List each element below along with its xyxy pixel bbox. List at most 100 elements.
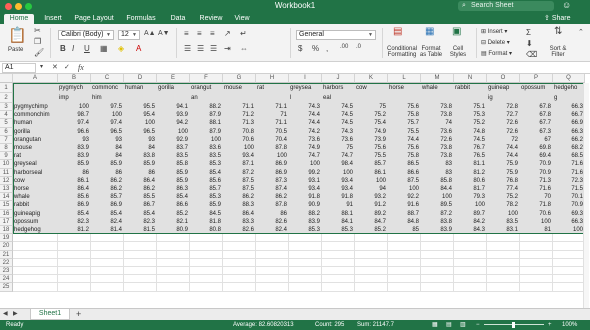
- table-cell[interactable]: 73.8: [421, 144, 454, 153]
- table-cell[interactable]: 74.5: [322, 119, 355, 128]
- table-cell[interactable]: 74.9: [355, 127, 388, 136]
- table-cell[interactable]: 87.1: [223, 160, 256, 169]
- table-cell[interactable]: [454, 267, 487, 276]
- table-cell[interactable]: 82.4: [256, 226, 289, 235]
- table-cell[interactable]: 86.4: [223, 209, 256, 218]
- table-cell[interactable]: [58, 242, 91, 251]
- table-cell[interactable]: 85.2: [355, 226, 388, 235]
- tab-data[interactable]: Data: [164, 14, 192, 24]
- table-cell[interactable]: 81.8: [190, 217, 223, 226]
- format-as-table-label[interactable]: Format as Table: [418, 46, 444, 58]
- table-cell[interactable]: [322, 267, 355, 276]
- table-cell[interactable]: 87.5: [223, 176, 256, 185]
- table-cell[interactable]: 87.2: [421, 209, 454, 218]
- table-cell[interactable]: 72.6: [421, 135, 454, 144]
- table-cell[interactable]: [157, 93, 190, 103]
- clear-icon[interactable]: ⌫: [526, 50, 537, 59]
- table-cell[interactable]: 83.8: [421, 217, 454, 226]
- table-cell[interactable]: whale: [13, 193, 58, 202]
- table-cell[interactable]: 86.6: [157, 201, 190, 210]
- table-cell[interactable]: 100: [553, 226, 585, 235]
- table-cell[interactable]: 87.2: [223, 168, 256, 177]
- conditional-formatting-icon[interactable]: ▤: [393, 26, 402, 37]
- table-cell[interactable]: [322, 234, 355, 243]
- table-cell[interactable]: [487, 234, 520, 243]
- table-cell[interactable]: 75.5: [388, 127, 421, 136]
- table-cell[interactable]: 100: [322, 168, 355, 177]
- table-cell[interactable]: 74.4: [487, 144, 520, 153]
- table-cell[interactable]: 85.3: [190, 160, 223, 169]
- column-header[interactable]: K: [355, 74, 388, 83]
- format-as-table-icon[interactable]: ▦: [425, 26, 434, 37]
- table-cell[interactable]: 81.7: [454, 185, 487, 194]
- row-header[interactable]: 22: [0, 258, 13, 267]
- table-cell[interactable]: 68.5: [553, 152, 585, 161]
- table-cell[interactable]: 100: [223, 144, 256, 153]
- zoom-out-icon[interactable]: −: [476, 320, 480, 330]
- table-cell[interactable]: [520, 93, 553, 103]
- table-cell[interactable]: 80.9: [157, 226, 190, 235]
- table-cell[interactable]: 69.8: [520, 144, 553, 153]
- wrap-text-icon[interactable]: ↵: [240, 29, 247, 38]
- table-cell[interactable]: 100: [388, 185, 421, 194]
- tab-formulas[interactable]: Formulas: [121, 14, 161, 24]
- table-cell[interactable]: 83.8: [124, 152, 157, 161]
- table-cell[interactable]: [355, 267, 388, 276]
- table-cell[interactable]: 82.4: [91, 217, 124, 226]
- table-cell[interactable]: 80.8: [190, 226, 223, 235]
- table-cell[interactable]: 86.1: [355, 168, 388, 177]
- table-cell[interactable]: [124, 234, 157, 243]
- table-cell[interactable]: [388, 275, 421, 284]
- table-cell[interactable]: 86.2: [91, 185, 124, 194]
- table-cell[interactable]: 100: [58, 103, 91, 112]
- column-header[interactable]: O: [487, 74, 520, 83]
- table-cell[interactable]: 86: [124, 168, 157, 177]
- table-cell[interactable]: 79.3: [454, 193, 487, 202]
- table-cell[interactable]: 99.2: [289, 168, 322, 177]
- table-cell[interactable]: 71.8: [520, 201, 553, 210]
- table-cell[interactable]: 82.1: [157, 217, 190, 226]
- table-cell[interactable]: 73.9: [355, 135, 388, 144]
- table-cell[interactable]: [553, 250, 585, 259]
- table-cell[interactable]: 83.9: [421, 226, 454, 235]
- table-cell[interactable]: [421, 93, 454, 103]
- table-cell[interactable]: 73.6: [421, 127, 454, 136]
- table-cell[interactable]: 81: [520, 226, 553, 235]
- table-cell[interactable]: eal: [322, 93, 355, 103]
- orientation-icon[interactable]: ↗: [224, 29, 231, 38]
- table-cell[interactable]: [355, 283, 388, 292]
- table-cell[interactable]: [553, 234, 585, 243]
- table-cell[interactable]: 67.8: [520, 111, 553, 120]
- table-cell[interactable]: [223, 234, 256, 243]
- table-cell[interactable]: [223, 283, 256, 292]
- table-cell[interactable]: [157, 234, 190, 243]
- table-cell[interactable]: 95.4: [124, 111, 157, 120]
- table-cell[interactable]: 88.7: [388, 209, 421, 218]
- table-cell[interactable]: 70.8: [223, 127, 256, 136]
- table-cell[interactable]: [487, 283, 520, 292]
- table-cell[interactable]: 81.4: [91, 226, 124, 235]
- table-cell[interactable]: 91.6: [388, 201, 421, 210]
- table-cell[interactable]: 85.4: [190, 168, 223, 177]
- table-cell[interactable]: [487, 250, 520, 259]
- table-cell[interactable]: horse: [13, 185, 58, 194]
- table-cell[interactable]: 87.8: [256, 144, 289, 153]
- fill-color-icon[interactable]: ◈: [118, 44, 124, 53]
- table-cell[interactable]: 94: [355, 185, 388, 194]
- column-header[interactable]: L: [388, 74, 421, 83]
- currency-icon[interactable]: $: [298, 44, 302, 53]
- bold-icon[interactable]: B: [60, 44, 66, 53]
- table-cell[interactable]: 75: [322, 144, 355, 153]
- table-cell[interactable]: 96.5: [91, 127, 124, 136]
- align-top-icon[interactable]: ≡: [184, 29, 189, 38]
- cell-styles-icon[interactable]: ▣: [452, 26, 461, 37]
- table-cell[interactable]: 88.1: [190, 119, 223, 128]
- table-cell[interactable]: 70.6: [223, 135, 256, 144]
- table-cell[interactable]: [322, 258, 355, 267]
- table-cell[interactable]: 73.6: [289, 135, 322, 144]
- table-cell[interactable]: 91: [322, 201, 355, 210]
- format-painter-icon[interactable]: 🖌: [34, 48, 44, 57]
- table-cell[interactable]: 89.2: [355, 209, 388, 218]
- table-cell[interactable]: [58, 267, 91, 276]
- table-cell[interactable]: cow: [13, 176, 58, 185]
